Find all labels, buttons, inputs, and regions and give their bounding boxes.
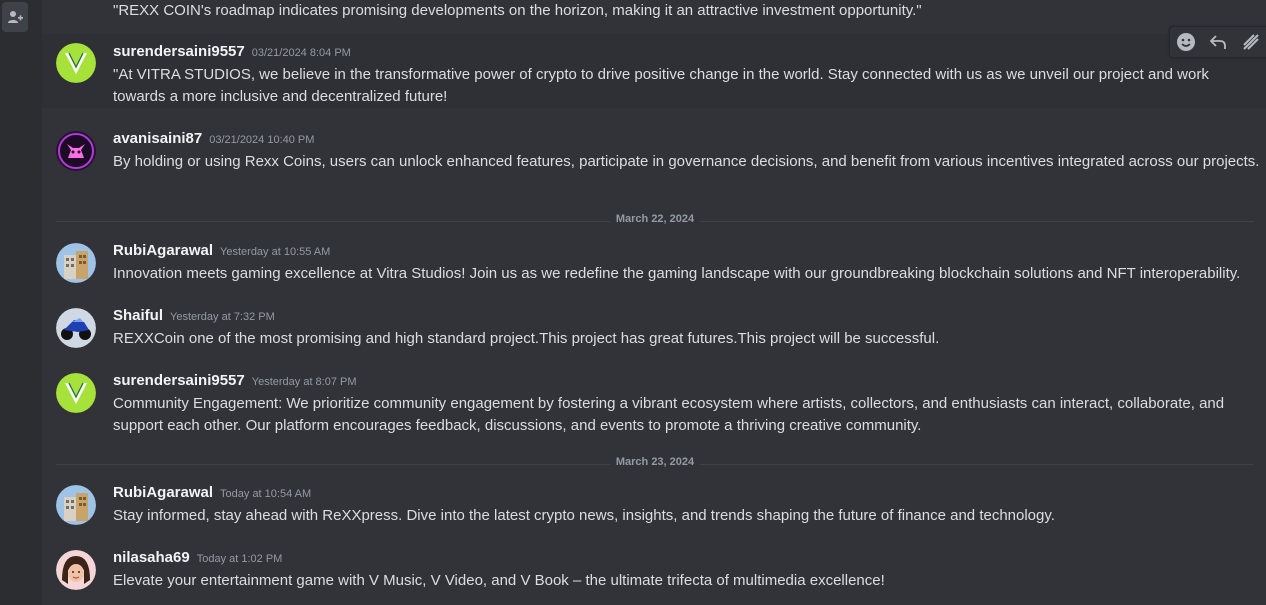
more-icon [1243, 34, 1259, 50]
message-header: nilasaha69 Today at 1:02 PM [113, 549, 282, 571]
woman-avatar-icon [56, 550, 96, 590]
message-item[interactable]: RubiAgarawal Yesterday at 10:55 AM Innov… [42, 233, 1266, 289]
username[interactable]: RubiAgarawal [113, 242, 213, 259]
message-content: Stay informed, stay ahead with ReXXpress… [113, 507, 1055, 524]
message-item[interactable]: surendersaini9557 Yesterday at 8:07 PM C… [42, 363, 1266, 443]
message-item[interactable]: surendersaini9557 03/21/2024 8:04 PM "At… [42, 34, 1266, 108]
avatar[interactable] [56, 550, 96, 590]
message-header: surendersaini9557 Yesterday at 8:07 PM [113, 372, 357, 394]
avatar[interactable] [56, 43, 96, 83]
date-divider: March 22, 2024 [56, 213, 1254, 225]
chat-area: "REXX COIN's roadmap indicates promising… [42, 0, 1266, 605]
timestamp: Yesterday at 7:32 PM [170, 311, 275, 323]
message-header: RubiAgarawal Yesterday at 10:55 AM [113, 242, 330, 264]
message-content: By holding or using Rexx Coins, users ca… [113, 153, 1260, 170]
username[interactable]: avanisaini87 [113, 130, 202, 147]
message-item[interactable]: avanisaini87 03/21/2024 10:40 PM By hold… [42, 121, 1266, 201]
message-item[interactable]: nilasaha69 Today at 1:02 PM Elevate your… [42, 540, 1266, 596]
building-avatar-icon [56, 243, 96, 283]
message-content: Innovation meets gaming excellence at Vi… [113, 265, 1241, 282]
vitra-avatar-icon [56, 373, 96, 413]
avatar[interactable] [56, 308, 96, 348]
date-divider-label: March 23, 2024 [609, 456, 701, 468]
timestamp: Today at 1:02 PM [196, 553, 283, 565]
building-avatar-icon [56, 485, 96, 525]
message-header: RubiAgarawal Today at 10:54 AM [113, 484, 311, 506]
date-divider: March 23, 2024 [56, 456, 1254, 468]
message-header: avanisaini87 03/21/2024 10:40 PM [113, 130, 314, 152]
reply-button[interactable] [1205, 29, 1231, 55]
username[interactable]: RubiAgarawal [113, 484, 213, 501]
username[interactable]: surendersaini9557 [113, 372, 245, 389]
reply-icon [1210, 35, 1227, 49]
message-content: Elevate your entertainment game with V M… [113, 572, 885, 589]
timestamp: Yesterday at 8:07 PM [251, 376, 357, 388]
message-content: REXXCoin one of the most promising and h… [113, 330, 940, 347]
add-reaction-icon [1177, 33, 1196, 51]
avatar[interactable] [56, 131, 96, 171]
more-button[interactable] [1238, 29, 1264, 55]
message-item[interactable]: Shaiful Yesterday at 7:32 PM REXXCoin on… [42, 298, 1266, 354]
avatar[interactable] [56, 243, 96, 283]
left-rail [0, 0, 42, 605]
message-continuation: "REXX COIN's roadmap indicates promising… [113, 2, 922, 19]
username[interactable]: Shaiful [113, 307, 163, 324]
add-reaction-button[interactable] [1173, 29, 1199, 55]
add-friend-icon [8, 11, 23, 23]
date-divider-label: March 22, 2024 [609, 213, 701, 225]
pink-cat-avatar-icon [56, 131, 96, 171]
motorbike-avatar-icon [56, 308, 96, 348]
timestamp: 03/21/2024 10:40 PM [209, 134, 315, 146]
message-toolbar [1169, 26, 1266, 58]
avatar[interactable] [56, 485, 96, 525]
username[interactable]: surendersaini9557 [113, 43, 245, 60]
message-header: surendersaini9557 03/21/2024 8:04 PM [113, 43, 351, 65]
timestamp: 03/21/2024 8:04 PM [251, 47, 351, 59]
vitra-avatar-icon [56, 43, 96, 83]
message-content: "At VITRA STUDIOS, we believe in the tra… [113, 66, 1209, 105]
username[interactable]: nilasaha69 [113, 549, 190, 566]
message-content: Community Engagement: We prioritize comm… [113, 395, 1225, 434]
add-friend-button[interactable] [2, 2, 28, 32]
timestamp: Today at 10:54 AM [220, 488, 312, 500]
timestamp: Yesterday at 10:55 AM [220, 246, 331, 258]
message-item[interactable]: RubiAgarawal Today at 10:54 AM Stay info… [42, 475, 1266, 531]
message-header: Shaiful Yesterday at 7:32 PM [113, 307, 275, 329]
avatar[interactable] [56, 373, 96, 413]
